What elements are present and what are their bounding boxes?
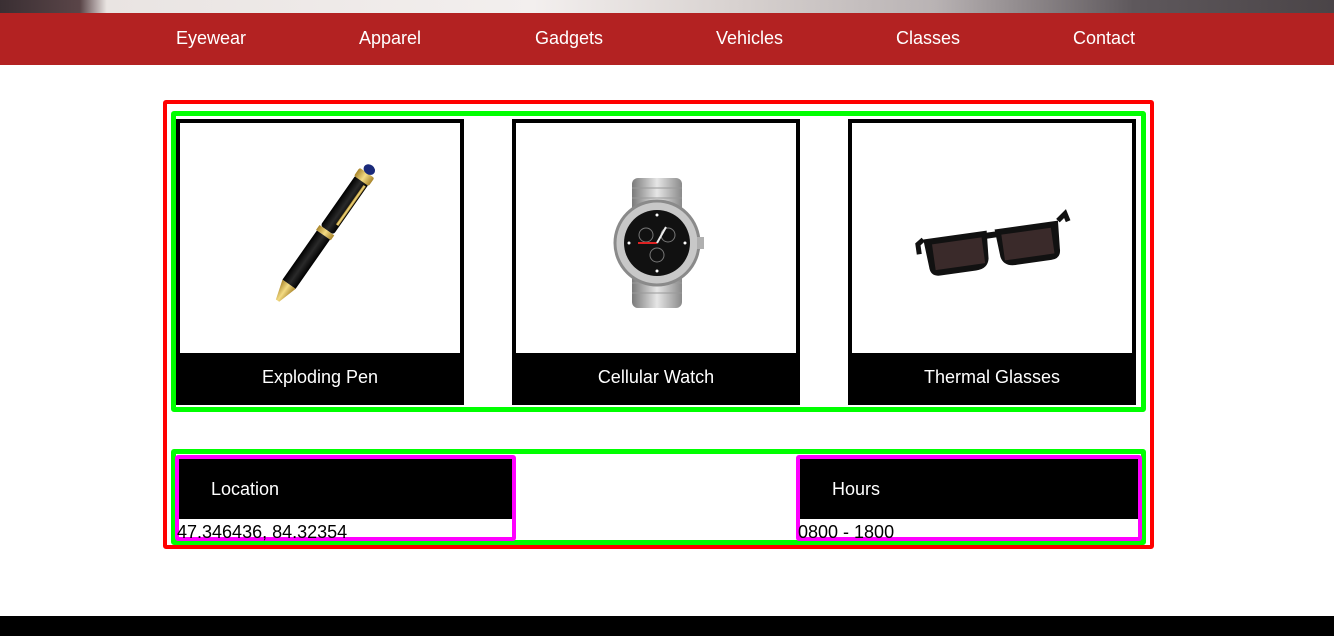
hero-banner: [0, 0, 1334, 13]
pen-icon: [180, 123, 460, 357]
location-heading: Location: [179, 459, 512, 519]
product-name: Cellular Watch: [516, 353, 796, 401]
nav-vehicles[interactable]: Vehicles: [716, 28, 783, 49]
main-nav: Eyewear Apparel Gadgets Vehicles Classes…: [0, 13, 1334, 65]
sunglasses-icon: [852, 123, 1132, 357]
location-panel: Location 47.346436, 84.32354: [175, 455, 516, 542]
product-card-glasses[interactable]: Thermal Glasses: [848, 119, 1136, 405]
product-name: Thermal Glasses: [852, 353, 1132, 401]
watch-icon: [516, 123, 796, 357]
nav-eyewear[interactable]: Eyewear: [176, 28, 246, 49]
hours-heading: Hours: [800, 459, 1138, 519]
nav-classes[interactable]: Classes: [896, 28, 960, 49]
product-card-pen[interactable]: Exploding Pen: [176, 119, 464, 405]
nav-gadgets[interactable]: Gadgets: [535, 28, 603, 49]
product-card-watch[interactable]: Cellular Watch: [512, 119, 800, 405]
product-name: Exploding Pen: [180, 353, 460, 401]
nav-apparel[interactable]: Apparel: [359, 28, 421, 49]
location-value: 47.346436, 84.32354: [177, 522, 348, 542]
nav-contact[interactable]: Contact: [1073, 28, 1135, 49]
hours-value: 0800 - 1800: [798, 522, 895, 542]
hours-panel: Hours 0800 - 1800: [796, 455, 1142, 542]
footer: [0, 616, 1334, 636]
